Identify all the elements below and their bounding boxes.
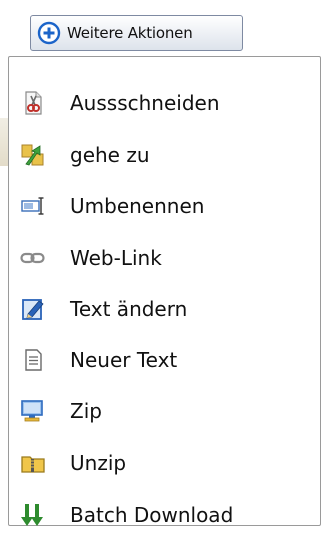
menu-item-label: Text ändern: [70, 297, 188, 321]
menu-item-rename[interactable]: Umbenennen: [9, 188, 320, 224]
link-icon: [19, 244, 47, 272]
scissors-icon: [19, 89, 47, 117]
menu-item-label: Neuer Text: [70, 348, 178, 372]
menu-item-goto[interactable]: gehe zu: [9, 137, 320, 173]
background-strip: [0, 118, 8, 166]
plus-circle-icon: [37, 21, 61, 45]
menu-item-label: Batch Download: [70, 503, 234, 527]
goto-arrow-icon: [19, 141, 47, 169]
rename-icon: [19, 192, 47, 220]
menu-item-label: Umbenennen: [70, 194, 205, 218]
more-actions-label: Weitere Aktionen: [67, 24, 193, 42]
menu-item-edit-text[interactable]: Text ändern: [9, 291, 320, 327]
download-arrows-icon: [19, 501, 47, 529]
unzip-icon: [19, 449, 47, 477]
menu-item-zip[interactable]: Zip: [9, 393, 320, 429]
more-actions-button[interactable]: Weitere Aktionen: [30, 15, 243, 51]
menu-item-unzip[interactable]: Unzip: [9, 445, 320, 481]
zip-icon: [19, 397, 47, 425]
menu-item-batch-download[interactable]: Batch Download: [9, 497, 320, 533]
menu-item-label: Unzip: [70, 451, 127, 475]
menu-item-label: Zip: [70, 399, 102, 423]
menu-item-cut[interactable]: Aussschneiden: [9, 85, 320, 121]
menu-item-label: Aussschneiden: [70, 91, 220, 115]
menu-item-new-text[interactable]: Neuer Text: [9, 342, 320, 378]
menu-item-label: gehe zu: [70, 143, 150, 167]
edit-text-icon: [19, 295, 47, 323]
menu-item-weblink[interactable]: Web-Link: [9, 240, 320, 276]
menu-item-label: Web-Link: [70, 246, 162, 270]
new-text-icon: [19, 346, 47, 374]
actions-menu: Aussschneiden gehe zu Umbenennen Web-Lin…: [8, 56, 321, 527]
